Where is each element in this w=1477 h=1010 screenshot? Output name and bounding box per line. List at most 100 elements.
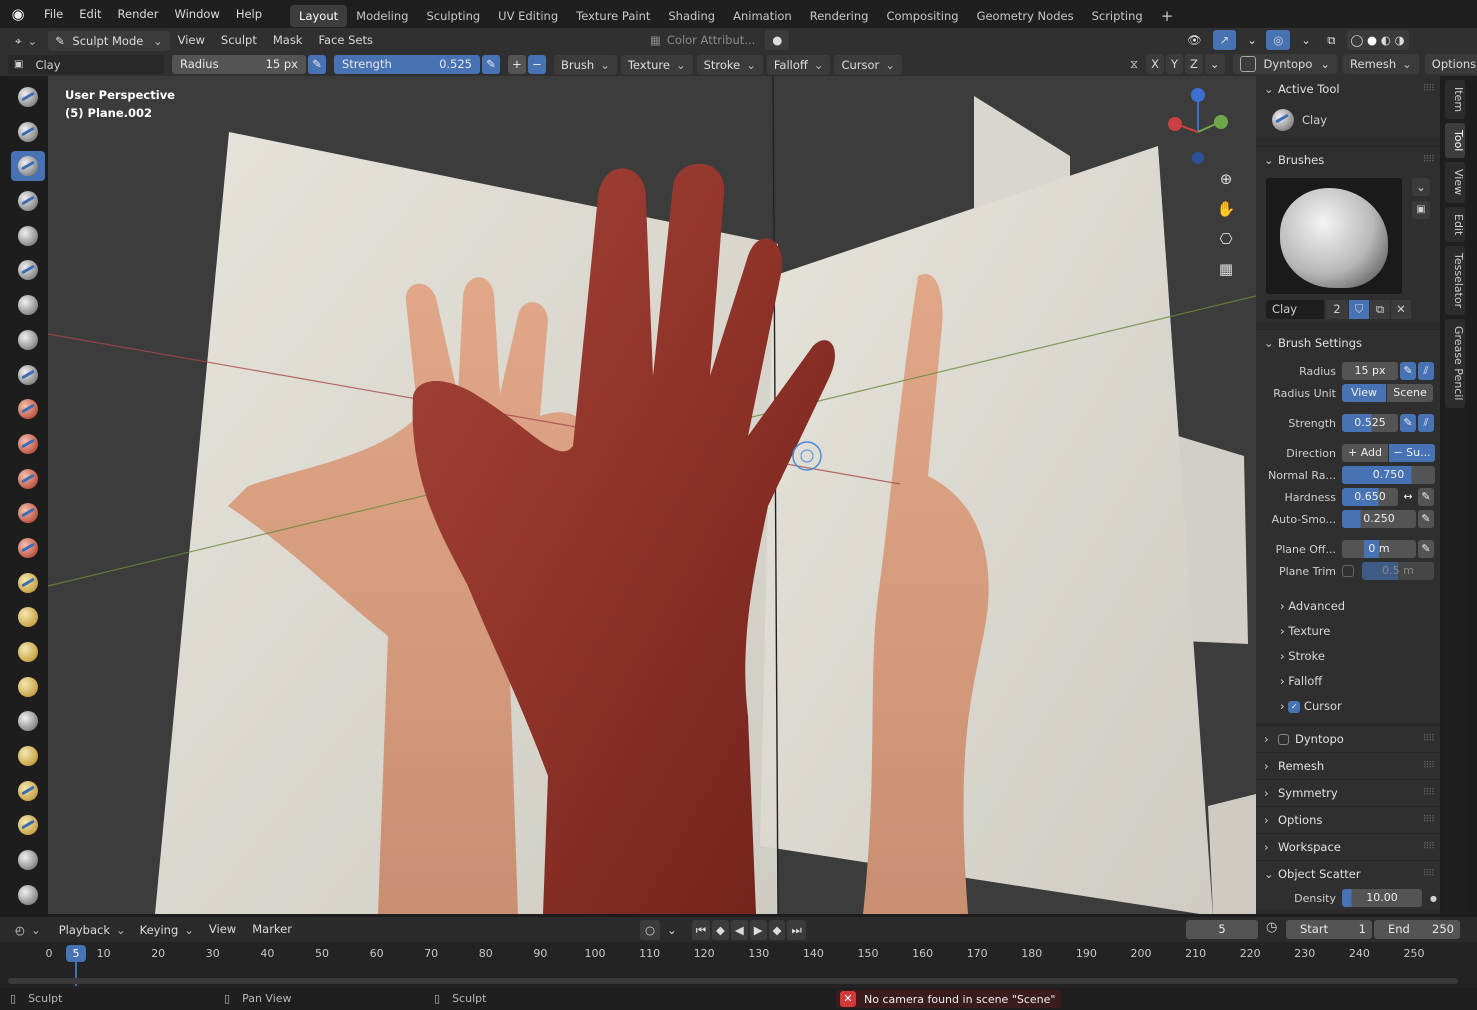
- active-tool-row[interactable]: Clay: [1256, 102, 1440, 138]
- tool-clay-thumb[interactable]: [11, 221, 45, 251]
- solid-shading-icon[interactable]: ●: [1367, 33, 1377, 47]
- tool-snake-hook[interactable]: [11, 672, 45, 702]
- viewport-scene[interactable]: [48, 76, 1256, 914]
- options-section[interactable]: › Options ⠿⠿: [1256, 806, 1440, 833]
- tab-compositing[interactable]: Compositing: [877, 5, 967, 27]
- keying-dropdown[interactable]: ⌄: [662, 920, 682, 940]
- remesh-popover[interactable]: Remesh: [1343, 54, 1419, 74]
- material-shading-icon[interactable]: ◐: [1381, 33, 1391, 47]
- tool-clay[interactable]: [11, 151, 45, 182]
- timeline-body[interactable]: 0 10 20 30 40 50 60 70 80 90 100 110 120 130 140 150 160…: [0, 942, 1477, 988]
- radius-unit-scene-button[interactable]: Scene: [1387, 384, 1433, 402]
- menu-mask[interactable]: Mask: [265, 28, 311, 53]
- autosmooth-slider[interactable]: 0.250: [1342, 510, 1416, 528]
- tool-scrape[interactable]: [11, 498, 45, 528]
- tab-tesselator[interactable]: Tesselator: [1445, 245, 1465, 316]
- strength-pressure-toggle-icon[interactable]: ✎: [1400, 414, 1416, 432]
- texture-popover[interactable]: Texture: [620, 54, 693, 75]
- direction-add-button[interactable]: + Add: [1342, 444, 1388, 462]
- radius-curve-icon[interactable]: ⫽: [1418, 362, 1434, 380]
- symmetry-section[interactable]: › Symmetry ⠿⠿: [1256, 779, 1440, 806]
- fake-user-shield-icon[interactable]: ⛉: [1349, 300, 1369, 319]
- tool-pinch[interactable]: [11, 568, 45, 598]
- tool-pose[interactable]: [11, 741, 45, 771]
- strength-pressure-icon[interactable]: ✎: [482, 55, 500, 74]
- tab-geometry-nodes[interactable]: Geometry Nodes: [968, 5, 1083, 27]
- timeline-view-menu[interactable]: View: [201, 917, 244, 942]
- mirror-x-button[interactable]: X: [1146, 54, 1164, 74]
- brush-list-dropdown[interactable]: ⌄: [1412, 178, 1430, 196]
- tool-smooth[interactable]: [11, 394, 45, 424]
- overlay-toggle-icon[interactable]: ◎: [1266, 30, 1291, 50]
- tool-rotate[interactable]: [11, 810, 45, 840]
- radius-field[interactable]: Radius 15 px: [172, 55, 306, 74]
- menu-window[interactable]: Window: [166, 0, 227, 28]
- workspace-section[interactable]: › Workspace ⠿⠿: [1256, 833, 1440, 860]
- active-tool-section[interactable]: ⌄ Active Tool ⠿⠿: [1256, 76, 1440, 102]
- autosmooth-pressure-icon[interactable]: ✎: [1418, 510, 1434, 528]
- frame-ruler[interactable]: 0 10 20 30 40 50 60 70 80 90 100 110 120 130 140 150 160…: [0, 942, 1477, 964]
- subpanel-advanced[interactable]: › Advanced: [1256, 594, 1440, 619]
- tool-grab[interactable]: [11, 602, 45, 632]
- tab-shading[interactable]: Shading: [659, 5, 724, 27]
- cursor-checkbox[interactable]: ✓: [1288, 700, 1301, 713]
- current-frame-field[interactable]: 5: [1186, 920, 1258, 939]
- 3d-viewport[interactable]: User Perspective (5) Plane.002 ⊕ ✋ ⎔ ▦: [48, 76, 1256, 914]
- strength-slider[interactable]: 0.525: [1342, 414, 1398, 432]
- menu-edit[interactable]: Edit: [71, 0, 109, 28]
- hardness-pressure-icon[interactable]: ✎: [1418, 488, 1434, 506]
- tab-texture-paint[interactable]: Texture Paint: [567, 5, 659, 27]
- tab-layout[interactable]: Layout: [290, 4, 348, 27]
- tool-fill[interactable]: [11, 464, 45, 494]
- tool-draw-sharp[interactable]: [11, 117, 45, 147]
- tab-item[interactable]: Item: [1445, 80, 1465, 120]
- tab-sculpting[interactable]: Sculpting: [417, 5, 489, 27]
- gizmo-toggle-icon[interactable]: ↗: [1212, 30, 1237, 50]
- density-slider[interactable]: 10.00: [1342, 889, 1422, 907]
- unlink-brush-icon[interactable]: ✕: [1391, 300, 1411, 319]
- brush-users-count[interactable]: 2: [1326, 300, 1348, 319]
- mode-selector[interactable]: ✎ Sculpt Mode: [48, 30, 170, 51]
- brush-settings-section[interactable]: ⌄ Brush Settings: [1256, 329, 1440, 356]
- radius-pressure-toggle-icon[interactable]: ✎: [1400, 362, 1416, 380]
- subpanel-falloff[interactable]: › Falloff: [1256, 669, 1440, 694]
- next-keyframe-icon[interactable]: ◆: [768, 920, 786, 940]
- hardness-invert-icon[interactable]: ↔: [1400, 488, 1416, 506]
- radius-pressure-icon[interactable]: ✎: [308, 55, 326, 74]
- radius-prop-field[interactable]: 15 px: [1342, 362, 1398, 380]
- object-scatter-section[interactable]: ⌄ Object Scatter ⠿⠿: [1256, 860, 1440, 887]
- editor-type-button[interactable]: ⌖: [8, 30, 45, 51]
- menu-sculpt[interactable]: Sculpt: [213, 28, 265, 53]
- current-frame-marker[interactable]: 5: [66, 945, 86, 962]
- add-workspace-button[interactable]: +: [1152, 5, 1183, 27]
- plane-offset-slider[interactable]: 0 m: [1342, 540, 1416, 558]
- rendered-shading-icon[interactable]: ◑: [1394, 33, 1404, 47]
- end-frame-field[interactable]: End 250: [1374, 920, 1460, 939]
- tool-slide-relax[interactable]: [11, 845, 45, 875]
- gizmo-neg-z-axis[interactable]: [1192, 152, 1204, 164]
- tab-grease-pencil[interactable]: Grease Pencil: [1445, 319, 1465, 408]
- jump-end-icon[interactable]: ⏭: [787, 920, 806, 940]
- dyntopo-checkbox[interactable]: [1239, 56, 1256, 72]
- remesh-section[interactable]: › Remesh ⠿⠿: [1256, 752, 1440, 779]
- direction-add-icon[interactable]: +: [508, 55, 526, 74]
- wireframe-shading-icon[interactable]: ◯: [1351, 33, 1364, 47]
- timeline-scrollbar[interactable]: [8, 978, 1458, 984]
- direction-subtract-icon[interactable]: −: [528, 55, 546, 74]
- preview-range-icon[interactable]: ◷: [1266, 920, 1277, 935]
- keying-menu[interactable]: Keying: [132, 919, 201, 940]
- dyntopo-panel-checkbox[interactable]: [1278, 734, 1289, 745]
- timeline-editor-type[interactable]: ◴: [8, 919, 48, 940]
- overlay-dropdown[interactable]: ⌄: [1294, 30, 1317, 50]
- hardness-slider[interactable]: 0.650: [1342, 488, 1398, 506]
- mirror-y-button[interactable]: Y: [1165, 54, 1183, 74]
- tab-edit[interactable]: Edit: [1445, 206, 1465, 242]
- menu-face-sets[interactable]: Face Sets: [310, 28, 381, 53]
- menu-file[interactable]: File: [36, 0, 71, 28]
- play-icon[interactable]: ▶: [749, 920, 767, 940]
- pan-hand-icon[interactable]: ✋: [1213, 200, 1239, 230]
- tab-tool[interactable]: Tool: [1445, 123, 1465, 159]
- error-report[interactable]: ✕ No camera found in scene "Scene": [836, 990, 1061, 1008]
- prev-keyframe-icon[interactable]: ◆: [712, 920, 729, 940]
- falloff-popover[interactable]: Falloff: [766, 54, 831, 75]
